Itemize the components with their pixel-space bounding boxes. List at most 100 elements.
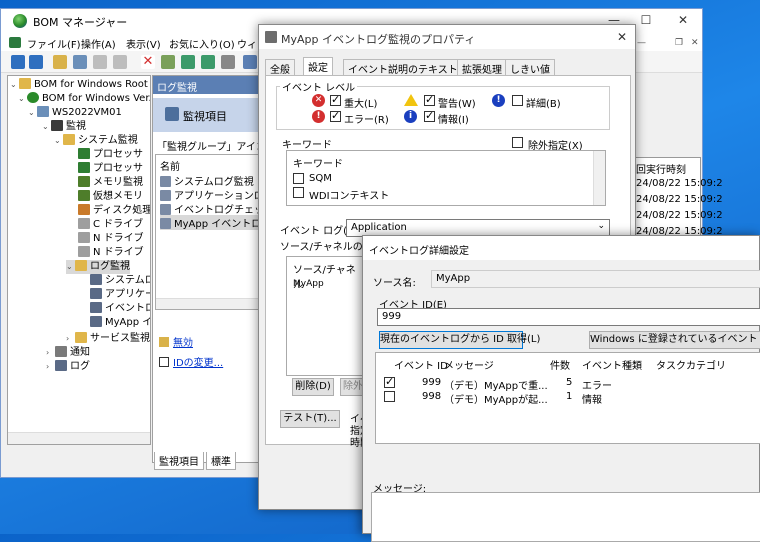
tree-node-notify[interactable]: › 通知 — [46, 346, 90, 360]
tree-node-vmemory[interactable]: 仮想メモリ — [78, 190, 143, 204]
tree-label: MyApp イ — [105, 317, 151, 328]
row-checkbox[interactable] — [384, 391, 395, 402]
list-item[interactable]: イベントログチェック — [160, 201, 263, 216]
tree-horizontal-scrollbar[interactable] — [8, 432, 150, 444]
tree-label: 監視 — [66, 121, 86, 132]
critical-label: 重大(L) — [344, 99, 378, 110]
show-hide-tree-icon[interactable] — [73, 55, 87, 69]
col-event-id[interactable]: イベント ID — [394, 357, 448, 372]
help-icon[interactable] — [221, 55, 235, 69]
drive-icon — [78, 232, 90, 243]
log-icon — [160, 204, 171, 215]
info-checkbox[interactable] — [424, 109, 435, 122]
tab-settings[interactable]: 設定 — [303, 57, 333, 76]
maximize-button[interactable]: ☐ — [637, 12, 655, 28]
mdi-restore-icon[interactable]: ❐ — [675, 38, 683, 48]
mdi-minimize-icon[interactable]: — — [637, 38, 646, 48]
tab-standard[interactable]: 標準 — [206, 452, 236, 470]
id-change-link[interactable]: IDの変更... — [159, 354, 223, 369]
tree-node-root[interactable]: ⌄ BOM for Windows Root — [10, 78, 148, 92]
properties-icon[interactable] — [161, 55, 175, 69]
get-id-from-registered-button[interactable]: Windows に登録されているイベント ID 取得( — [589, 331, 760, 349]
tree-label: プロセッサ — [93, 163, 143, 174]
tree-node-syslog[interactable]: システムログ — [90, 274, 150, 288]
warning-checkbox[interactable] — [424, 93, 435, 106]
tree-label: プロセッサ — [93, 149, 143, 160]
view-icon[interactable] — [243, 55, 257, 69]
menu-action[interactable]: 操作(A) — [81, 36, 116, 51]
menu-view[interactable]: 表示(V) — [126, 36, 161, 51]
pane-note: 「監視グループ」アイコンを右 — [157, 142, 263, 153]
error-icon: ! — [312, 110, 325, 123]
list-header-name[interactable]: 名前 — [160, 158, 180, 173]
detail-checkbox[interactable] — [512, 95, 523, 106]
tree-node-proc2[interactable]: プロセッサ — [78, 162, 143, 176]
list-item-selected[interactable]: MyApp イベントログ監 — [160, 215, 263, 230]
menu-file[interactable]: ファイル(F) — [27, 36, 81, 51]
paste-icon[interactable] — [113, 55, 127, 69]
message-box[interactable] — [371, 492, 760, 542]
row-checkbox[interactable] — [384, 375, 395, 388]
list-item[interactable]: システムログ監視 — [160, 173, 254, 188]
close-button[interactable]: ✕ — [674, 12, 692, 28]
row-message: （デモ）MyAppで重... — [444, 381, 548, 392]
tree-node-bom[interactable]: ⌄ BOM for Windows Ver.8. — [18, 92, 150, 106]
event-log-value: Application — [351, 222, 407, 233]
tree-node-log[interactable]: ⌄ ログ監視 — [66, 260, 130, 274]
list-horizontal-scrollbar[interactable] — [156, 298, 260, 309]
get-id-from-current-button[interactable]: 現在のイベントログから ID 取得(L) — [379, 331, 540, 349]
delete-button[interactable]: 削除(D) — [292, 378, 334, 396]
tab-monitor-items[interactable]: 監視項目 — [154, 452, 204, 470]
tree-node-system[interactable]: ⌄ システム監視 — [54, 134, 138, 148]
properties-close-button[interactable]: ✕ — [613, 29, 631, 45]
tab-threshold[interactable]: しきい値 — [505, 59, 555, 76]
critical-checkbox[interactable] — [330, 93, 341, 106]
list-item[interactable]: アプリケーションログ監視 — [160, 187, 263, 202]
log-icon — [55, 360, 67, 371]
tree-node-proc1[interactable]: プロセッサ — [78, 148, 143, 162]
tree-node-applog[interactable]: アプリケーシ — [90, 288, 150, 302]
tree-node-host[interactable]: ⌄ WS2022VM01 — [28, 106, 122, 120]
col-event-type[interactable]: イベント種類 — [582, 357, 642, 372]
tree-node-myapp[interactable]: MyApp イ — [90, 316, 151, 330]
disable-link[interactable]: 無効 — [159, 334, 193, 349]
tree-node-ndrive1[interactable]: N ドライブ — [78, 232, 144, 246]
tree-node-ndrive2[interactable]: N ドライブ — [78, 246, 144, 260]
detail-title: イベントログ詳細設定 — [369, 246, 469, 257]
tree-node-logs[interactable]: › ログ — [46, 360, 90, 374]
copy-icon[interactable] — [93, 55, 107, 69]
refresh-icon[interactable] — [181, 55, 195, 69]
row-count: 5 — [566, 377, 573, 388]
keyword-label: キーワード — [280, 136, 334, 151]
forward-icon[interactable] — [29, 55, 43, 69]
tree-node-memory[interactable]: メモリ監視 — [78, 176, 143, 190]
tree-node-cdrive[interactable]: C ドライブ — [78, 218, 143, 232]
test-button[interactable]: テスト(T)... — [280, 410, 340, 428]
tree-node-eventlog[interactable]: イベントログ — [90, 302, 150, 316]
tab-extended[interactable]: 拡張処理 — [457, 59, 507, 76]
disable-icon — [159, 337, 169, 347]
keyword-scrollbar[interactable] — [593, 151, 605, 205]
tree-node-monitor[interactable]: ⌄ 監視 — [42, 120, 86, 134]
col-message[interactable]: メッセージ — [444, 357, 494, 372]
source-name-field[interactable]: MyApp — [431, 270, 760, 288]
menu-favorites[interactable]: お気に入り(O) — [169, 36, 235, 51]
mdi-close-icon[interactable]: ✕ — [691, 38, 699, 48]
folder-up-icon[interactable] — [53, 55, 67, 69]
keyword-checkbox[interactable] — [293, 187, 304, 198]
source-item[interactable]: MyApp — [293, 279, 324, 289]
tab-general[interactable]: 全般 — [265, 59, 295, 76]
tree-label: アプリケーシ — [105, 289, 150, 300]
event-id-field[interactable]: 999 — [377, 308, 760, 326]
col-count[interactable]: 件数 — [550, 357, 570, 372]
back-icon[interactable] — [11, 55, 25, 69]
folder-icon — [75, 260, 87, 271]
export-icon[interactable] — [201, 55, 215, 69]
tree-node-disk[interactable]: ディスク処理 — [78, 204, 150, 218]
col-task-category[interactable]: タスクカテゴリ — [656, 357, 726, 372]
delete-icon[interactable]: ✕ — [141, 55, 155, 69]
exclude-checkbox[interactable] — [512, 137, 523, 148]
error-checkbox[interactable] — [330, 109, 341, 122]
tree-node-service[interactable]: › サービス監視 — [66, 332, 150, 346]
keyword-checkbox[interactable] — [293, 173, 304, 184]
